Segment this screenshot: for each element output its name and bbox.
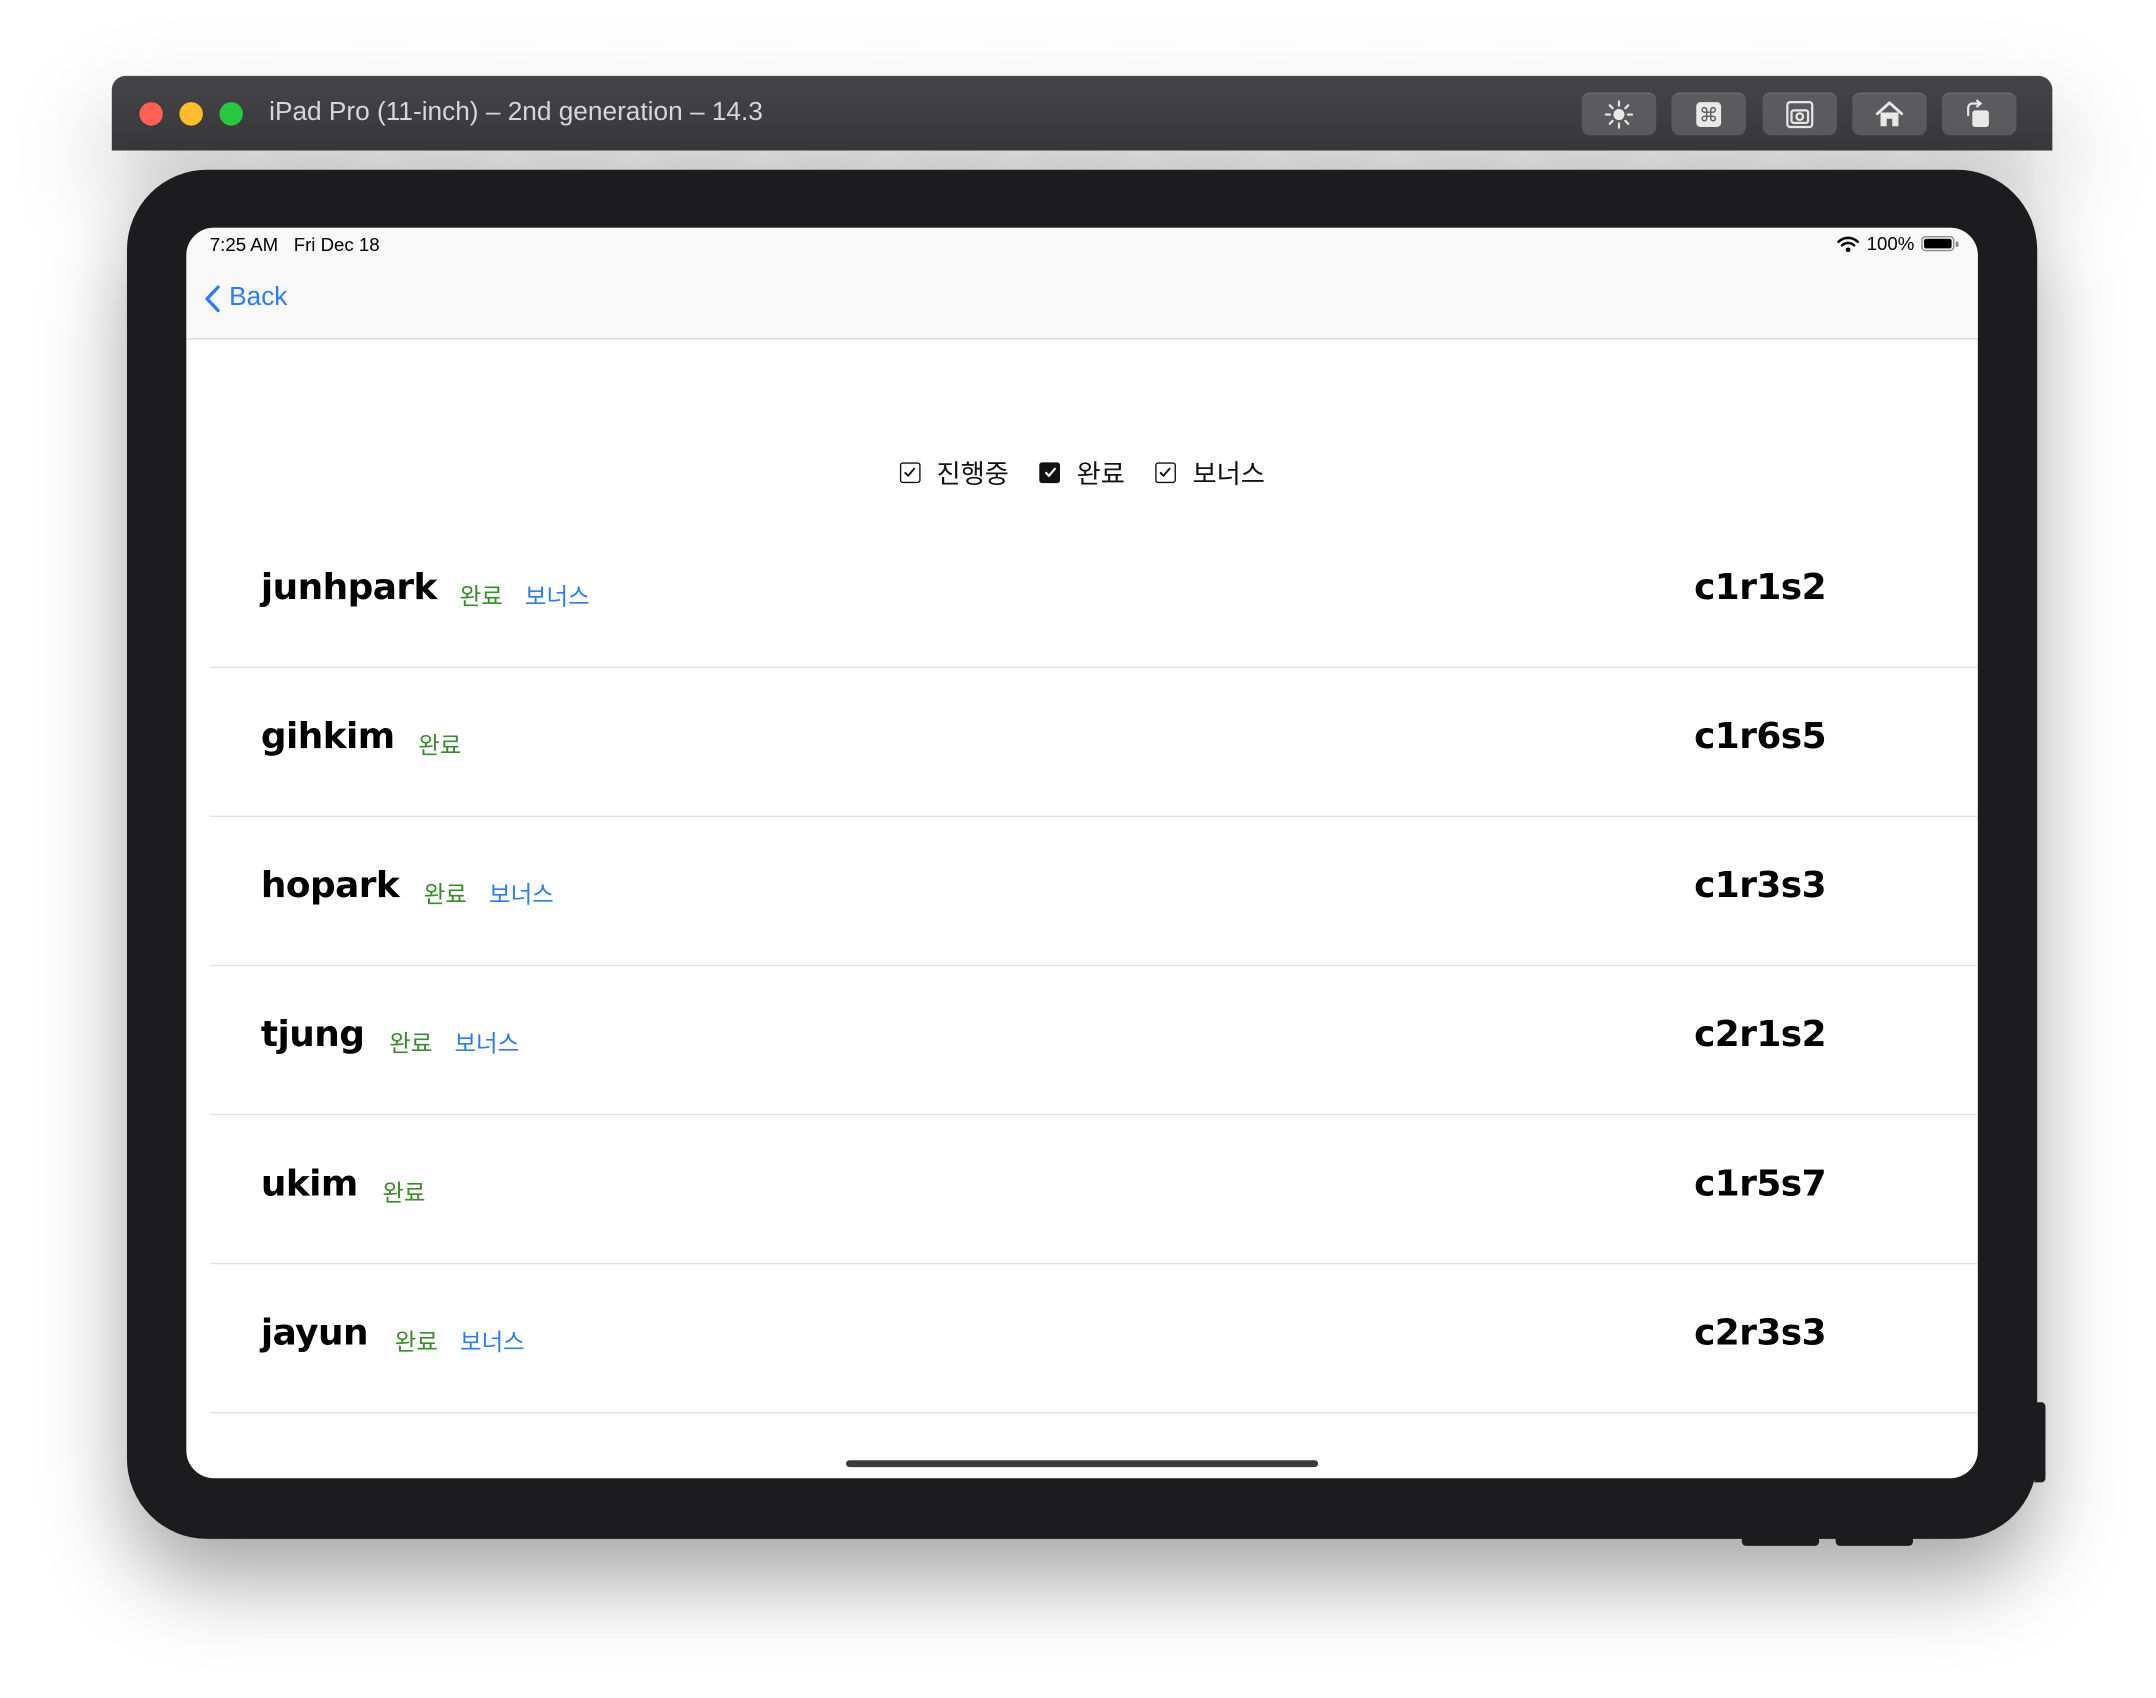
table-row[interactable]: tjung 완료 보너스 c2r1s2 [209,966,1978,1116]
battery-icon [1921,236,1959,252]
row-tags: 완료 보너스 [389,1024,519,1059]
checkbox-in-progress[interactable] [899,461,920,483]
volume-button [1741,1536,1820,1546]
tag-bonus: 보너스 [524,583,590,612]
simulator-stage: iPad Pro (11-inch) – 2nd generation – 14… [0,0,2156,1698]
table-row[interactable]: junhpark 완료 보너스 c1r1s2 [209,519,1978,669]
ipad-screen: 7:25 AM Fri Dec 18 100% Back 진행중 완료 보너스 … [186,227,1978,1479]
command-icon: ⌘ [1696,101,1722,127]
home-button[interactable] [1852,92,1927,136]
rotate-icon [1967,98,1989,127]
status-date: Fri Dec 18 [293,234,380,256]
filter-label-bonus: 보너스 [1192,458,1265,490]
simulator-title-bar: iPad Pro (11-inch) – 2nd generation – 14… [111,75,2053,151]
row-tags: 완료 [382,1173,425,1208]
back-label: Back [229,282,288,312]
row-tags: 완료 보너스 [395,1322,525,1357]
wifi-icon [1837,236,1860,252]
table-row[interactable]: ukim 완료 c1r5s7 [209,1115,1978,1265]
tag-done: 완료 [459,583,503,612]
filter-label-done: 완료 [1076,458,1125,490]
status-time: 7:25 AM [209,234,279,256]
row-tags: 완료 보너스 [424,875,554,910]
row-seat: c1r3s3 [1694,865,1827,907]
tag-done: 완료 [382,1180,426,1208]
row-seat: c1r6s5 [1694,716,1827,758]
row-seat: c1r5s7 [1694,1163,1827,1205]
tag-bonus: 보너스 [488,881,554,910]
filter-done[interactable]: 완료 [1039,453,1125,490]
row-name: jayun [260,1312,369,1354]
back-button[interactable]: Back [204,283,287,313]
filter-in-progress[interactable]: 진행중 [899,453,1009,490]
tag-done: 완료 [418,732,462,761]
tag-done: 완료 [389,1031,433,1059]
home-icon [1875,100,1904,126]
row-seat: c2r1s2 [1694,1014,1827,1056]
tag-done: 완료 [394,1329,438,1357]
row-name: gihkim [260,716,395,758]
tag-bonus: 보너스 [459,1329,525,1357]
status-bar-right: 100% [1837,233,1959,254]
checkbox-done[interactable] [1039,461,1061,483]
row-name: hopark [260,865,400,907]
checkmark-icon [1160,467,1172,478]
status-bar-time: 7:25 AM Fri Dec 18 [210,235,380,256]
screenshot-icon [1786,100,1814,128]
checkmark-icon [1044,467,1056,478]
row-tags: 완료 보너스 [460,577,590,612]
table-row[interactable]: hopark 완료 보너스 c1r3s3 [209,817,1978,967]
table-row[interactable]: gihkim 완료 c1r6s5 [209,668,1978,818]
row-seat: c1r1s2 [1694,567,1827,609]
brightness-icon [1604,99,1634,129]
rotate-button[interactable] [1941,92,2017,136]
screenshot-button[interactable] [1762,92,1838,136]
side-button [2034,1402,2046,1483]
volume-button [1835,1536,1913,1546]
row-name: junhpark [260,567,438,609]
window-title: iPad Pro (11-inch) – 2nd generation – 14… [269,97,763,127]
checkmark-icon [904,467,916,478]
filter-bonus[interactable]: 보너스 [1155,453,1265,490]
command-button[interactable]: ⌘ [1671,92,1746,136]
filter-bar: 진행중 완료 보너스 [186,451,1977,492]
brightness-button[interactable] [1581,92,1657,136]
navigation-bar: 7:25 AM Fri Dec 18 100% Back [186,227,1978,340]
chevron-left-icon [205,284,220,312]
row-tags: 완료 [418,726,461,761]
svg-text:⌘: ⌘ [1699,103,1718,126]
filter-label-in-progress: 진행중 [936,458,1009,490]
close-window-button[interactable] [139,102,163,126]
zoom-window-button[interactable] [219,102,243,126]
checkbox-bonus[interactable] [1155,461,1176,483]
home-indicator[interactable] [846,1460,1319,1468]
row-name: tjung [260,1014,365,1056]
minimize-window-button[interactable] [179,102,203,126]
tag-done: 완료 [423,881,467,910]
user-list: junhpark 완료 보너스 c1r1s2 gihkim 완료 c1r6s5 … [209,519,1978,1414]
table-row[interactable]: jayun 완료 보너스 c2r3s3 [209,1264,1978,1414]
row-seat: c2r3s3 [1694,1312,1827,1354]
row-name: ukim [260,1163,358,1205]
battery-percent: 100% [1866,233,1915,254]
tag-bonus: 보너스 [454,1031,520,1059]
